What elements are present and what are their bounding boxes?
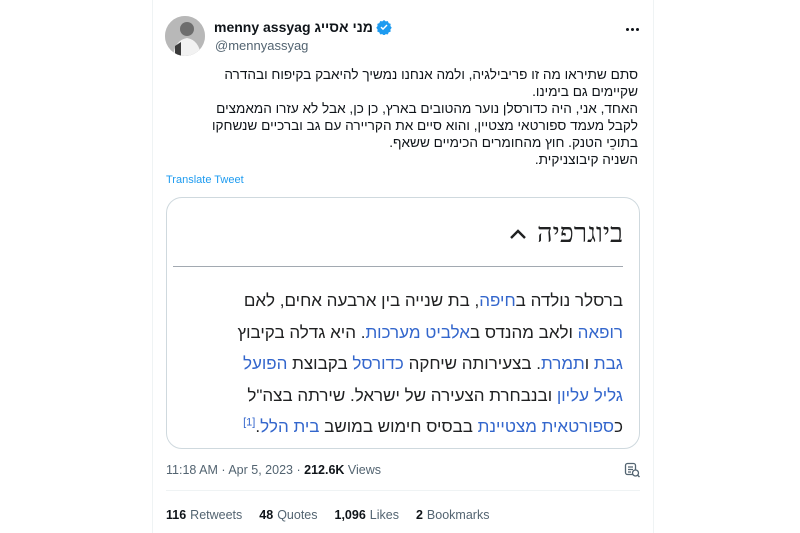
author-handle[interactable]: @mennyassyag (215, 38, 308, 53)
divider (166, 490, 640, 491)
wiki-link-upper-galilee: גליל עליון (556, 385, 623, 405)
wiki-text: כ (614, 417, 623, 436)
translate-tweet-link[interactable]: Translate Tweet (166, 174, 244, 186)
retweets-count: 116 (166, 508, 187, 522)
tweet-time[interactable]: 11:18 AM (166, 463, 218, 477)
wiki-footnote-ref: [1] (243, 416, 256, 429)
wiki-line: רופאה ולאב מהנדס באלביט מערכות. היא גדלה… (175, 317, 623, 349)
more-options-icon[interactable] (623, 20, 641, 38)
views-label: Views (347, 463, 382, 477)
tweet-line: בתוכֵי הטנק. חוץ מהחומרים הכימיים ששאף. (389, 135, 638, 150)
wiki-link-beit-hillel: בית הלל (260, 417, 320, 436)
quotes-count: 48 (259, 508, 274, 522)
view-analytics-icon[interactable] (624, 462, 640, 478)
wiki-link-haifa: חיפה (479, 291, 516, 310)
meta-separator: · (221, 463, 226, 477)
bookmarks-stat[interactable]: 2 Bookmarks (416, 508, 489, 522)
tweet-line: סתם שתיראו מה זו פריבילגיה, ולמה אנחנו נ… (224, 67, 638, 82)
wiki-section-heading: ביוגרפיה (509, 218, 623, 249)
author-display-name-row[interactable]: menny assyag מני אסייג (214, 19, 392, 35)
wiki-link-doctor: רופאה (577, 322, 623, 342)
wiki-line: ברסלר נולדה בחיפה, בת שנייה בין ארבעה אח… (175, 285, 623, 317)
wiki-link-gvat: גבת (593, 354, 623, 373)
wiki-link-tamrat: תמרת (541, 354, 585, 373)
likes-label: Likes (369, 508, 399, 522)
bookmarks-label: Bookmarks (426, 508, 490, 522)
tweet-line: האחד, אני, היה כדורסלן נוער מהטובים בארץ… (216, 101, 638, 116)
wiki-text: ברסלר נולדה ב (515, 291, 623, 310)
wiki-heading-text: ביוגרפיה (537, 218, 623, 248)
wiki-link-hapoel: הפועל (242, 354, 288, 373)
author-display-name[interactable]: menny assyag מני אסייג (214, 19, 373, 35)
wiki-text: בקבוצת (287, 354, 353, 373)
wiki-text: ולאב מהנדס ב (469, 322, 578, 342)
wiki-link-elbit: אלביט מערכות (365, 322, 470, 342)
tweet-text: סתם שתיראו מה זו פריבילגיה, ולמה אנחנו נ… (166, 66, 638, 168)
tweet-line: לקבל מעמד ספורטאי מצטיין, והוא סיים את ה… (211, 118, 638, 133)
wiki-text: . היא גדלה בקיבוץ (237, 322, 366, 342)
wiki-line: כספורטאית מצטיינת בבסיס חימוש במושב בית … (175, 411, 623, 443)
quotes-stat[interactable]: 48 Quotes (259, 508, 317, 522)
wiki-link-basketball: כדורסל (352, 354, 404, 373)
wiki-text: , בת שנייה בין ארבעה אחים, לאם (243, 291, 480, 310)
wiki-line: גליל עליון ובנבחרת הצעירה של ישראל. שירת… (175, 380, 623, 412)
likes-count: 1,096 (334, 508, 366, 522)
tweet-line: שקיימים גם בימינו. (532, 84, 638, 99)
wiki-text: ובנבחרת הצעירה של ישראל. שירתה בצה"ל (247, 385, 557, 405)
attached-image-wikipedia[interactable]: ביוגרפיה ברסלר נולדה בחיפה, בת שנייה בין… (166, 197, 640, 449)
retweets-label: Retweets (190, 508, 243, 522)
retweets-stat[interactable]: 116 Retweets (166, 508, 242, 522)
quotes-label: Quotes (277, 508, 318, 522)
avatar[interactable] (165, 16, 205, 56)
wiki-heading-divider (173, 266, 623, 267)
engagement-stats: 116 Retweets 48 Quotes 1,096 Likes 2 Bookmar… (166, 508, 489, 522)
wiki-paragraph: ברסלר נולדה בחיפה, בת שנייה בין ארבעה אח… (175, 285, 623, 443)
meta-separator: · (296, 463, 301, 477)
views-count: 212.6K (304, 463, 345, 477)
wiki-text: בבסיס חימוש במושב (319, 417, 478, 436)
wiki-text: ו (584, 354, 594, 373)
bookmarks-count: 2 (415, 508, 423, 522)
wiki-link-outstanding-athlete: ספורטאית מצטיינת (477, 417, 615, 436)
tweet-line: השניה קיבוצניקית. (534, 152, 638, 167)
likes-stat[interactable]: 1,096 Likes (335, 508, 399, 522)
tweet-date[interactable]: Apr 5, 2023 (228, 463, 293, 477)
collapse-chevron-icon (510, 228, 526, 239)
tweet-meta: 11:18 AM · Apr 5, 2023 · 212.6K Views (166, 463, 381, 477)
wiki-text: . בצעירותה שיחקה (403, 354, 541, 373)
wiki-line: גבת ותמרת. בצעירותה שיחקה כדורסל בקבוצת … (175, 348, 623, 380)
verified-badge-icon (376, 20, 392, 35)
